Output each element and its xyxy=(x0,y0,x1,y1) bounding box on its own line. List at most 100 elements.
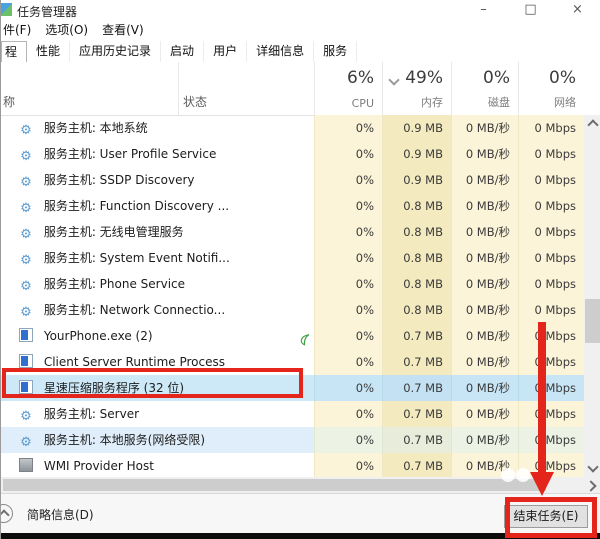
cpu-value: 0% xyxy=(314,219,382,245)
cpu-value: 0% xyxy=(314,167,382,193)
end-task-button[interactable]: 结束任务(E) xyxy=(504,505,588,528)
cpu-value: 0% xyxy=(314,193,382,219)
memory-value: 0.9 MB xyxy=(382,167,451,193)
table-row[interactable]: 服务主机: Network Connectio... 0% 0.8 MB 0 M… xyxy=(1,297,584,323)
process-name: WMI Provider Host xyxy=(43,459,154,473)
cpu-value: 0% xyxy=(314,375,382,401)
status-bar: 简略信息(D) 结束任务(E) xyxy=(1,493,600,534)
process-name-cell: 服务主机: 本地服务(网络受限) xyxy=(1,427,314,453)
menu-view[interactable]: 查看(V) xyxy=(102,22,144,39)
table-row[interactable]: 服务主机: 本地系统 0% 0.9 MB 0 MB/秒 0 Mbps xyxy=(1,115,584,141)
disk-value: 0 MB/秒 xyxy=(451,219,518,245)
process-icon xyxy=(19,305,33,319)
vertical-scrollbar-thumb[interactable] xyxy=(585,299,600,343)
disk-value: 0 MB/秒 xyxy=(451,271,518,297)
disk-value: 0 MB/秒 xyxy=(451,167,518,193)
task-manager-window: 任务管理器 – □ × 件(F) 选项(O) 查看(V) 程 性能 应用历史记录… xyxy=(0,0,600,539)
process-icon xyxy=(19,227,33,241)
process-name-cell: 服务主机: Function Discovery ... xyxy=(1,193,314,219)
table-row[interactable]: 星速压缩服务程序 (32 位) 0% 0.7 MB 0 MB/秒 0 Mbps xyxy=(1,375,584,401)
process-icon xyxy=(19,279,33,293)
process-name-cell: YourPhone.exe (2) xyxy=(1,323,314,349)
table-row[interactable]: 服务主机: User Profile Service 0% 0.9 MB 0 M… xyxy=(1,141,584,167)
fewer-details-toggle[interactable]: 简略信息(D) xyxy=(27,506,94,523)
process-icon xyxy=(19,201,33,215)
process-list: 服务主机: 本地系统 0% 0.9 MB 0 MB/秒 0 Mbps 服务主机:… xyxy=(1,115,584,479)
tab-performance[interactable]: 性能 xyxy=(27,41,71,62)
process-name-cell: 服务主机: User Profile Service xyxy=(1,141,314,167)
horizontal-scrollbar-thumb[interactable] xyxy=(3,479,546,491)
menu-file[interactable]: 件(F) xyxy=(3,22,31,39)
tab-processes[interactable]: 程 xyxy=(1,41,28,63)
column-header-disk[interactable]: 0% 磁盘 xyxy=(451,62,518,115)
vertical-scrollbar[interactable] xyxy=(584,115,600,477)
table-row[interactable]: 服务主机: 本地服务(网络受限) 0% 0.7 MB 0 MB/秒 0 Mbps xyxy=(1,427,584,453)
table-row[interactable]: Client Server Runtime Process 0% 0.7 MB … xyxy=(1,349,584,375)
minimize-button[interactable]: – xyxy=(460,0,507,20)
tab-users[interactable]: 用户 xyxy=(204,41,248,62)
table-row[interactable]: 服务主机: Phone Service 0% 0.8 MB 0 MB/秒 0 M… xyxy=(1,271,584,297)
process-name: 服务主机: 无线电管理服务 xyxy=(43,225,184,239)
memory-value: 0.8 MB xyxy=(382,193,451,219)
network-value: 0 Mbps xyxy=(518,323,584,349)
cpu-value: 0% xyxy=(314,349,382,375)
tab-bar: 程 性能 应用历史记录 启动 用户 详细信息 服务 xyxy=(1,41,600,63)
cpu-value: 0% xyxy=(314,401,382,427)
process-name: 服务主机: SSDP Discovery xyxy=(43,173,195,187)
cpu-label: CPU xyxy=(351,97,374,110)
process-name: Client Server Runtime Process xyxy=(43,355,226,369)
process-name: 服务主机: Network Connectio... xyxy=(43,303,226,317)
fewer-details-icon[interactable] xyxy=(1,504,13,523)
scroll-down-icon[interactable] xyxy=(587,461,599,473)
memory-label: 内存 xyxy=(421,96,443,109)
table-row[interactable]: WMI Provider Host 0% 0.7 MB 0 MB/秒 0 Mbp… xyxy=(1,453,584,479)
cpu-value: 0% xyxy=(314,323,382,349)
cpu-value: 0% xyxy=(314,427,382,453)
process-name-cell: 服务主机: System Event Notifi... xyxy=(1,245,314,271)
table-row[interactable]: 服务主机: Server 0% 0.7 MB 0 MB/秒 0 Mbps xyxy=(1,401,584,427)
network-value: 0 Mbps xyxy=(518,349,584,375)
memory-value: 0.7 MB xyxy=(382,375,451,401)
disk-value: 0 MB/秒 xyxy=(451,427,518,453)
memory-value: 0.8 MB xyxy=(382,271,451,297)
column-header-network[interactable]: 0% 网络 xyxy=(518,62,584,115)
table-row[interactable]: 服务主机: 无线电管理服务 0% 0.8 MB 0 MB/秒 0 Mbps xyxy=(1,219,584,245)
column-header-name[interactable]: 称 xyxy=(3,93,15,110)
table-row[interactable]: 服务主机: Function Discovery ... 0% 0.8 MB 0… xyxy=(1,193,584,219)
process-name: 服务主机: Function Discovery ... xyxy=(43,199,230,213)
menu-options[interactable]: 选项(O) xyxy=(45,22,88,39)
scroll-right-icon[interactable] xyxy=(585,480,597,492)
tab-app-history[interactable]: 应用历史记录 xyxy=(70,41,162,62)
maximize-button[interactable]: □ xyxy=(507,0,554,20)
cpu-value: 0% xyxy=(314,297,382,323)
close-button[interactable]: × xyxy=(554,0,600,20)
network-value: 0 Mbps xyxy=(518,401,584,427)
column-header-status[interactable]: 状态 xyxy=(183,93,207,110)
table-row[interactable]: 服务主机: SSDP Discovery 0% 0.9 MB 0 MB/秒 0 … xyxy=(1,167,584,193)
memory-value: 0.7 MB xyxy=(382,453,451,479)
network-value: 0 Mbps xyxy=(518,193,584,219)
cpu-value: 0% xyxy=(314,115,382,141)
disk-value: 0 MB/秒 xyxy=(451,297,518,323)
disk-value: 0 MB/秒 xyxy=(451,323,518,349)
network-label: 网络 xyxy=(554,96,576,109)
tab-services[interactable]: 服务 xyxy=(314,41,358,62)
network-value: 0 Mbps xyxy=(518,219,584,245)
table-row[interactable]: 服务主机: System Event Notifi... 0% 0.8 MB 0… xyxy=(1,245,584,271)
network-value: 0 Mbps xyxy=(518,141,584,167)
column-header-memory[interactable]: 49% 内存 xyxy=(382,62,451,115)
table-row[interactable]: YourPhone.exe (2) 0% 0.7 MB 0 MB/秒 0 Mbp… xyxy=(1,323,584,349)
scroll-up-icon[interactable] xyxy=(587,119,599,131)
tab-startup[interactable]: 启动 xyxy=(161,41,205,62)
process-icon xyxy=(19,409,33,423)
network-value: 0 Mbps xyxy=(518,167,584,193)
memory-value: 0.7 MB xyxy=(382,401,451,427)
network-value: 0 Mbps xyxy=(518,297,584,323)
process-name: 服务主机: 本地系统 xyxy=(43,121,148,135)
window-title: 任务管理器 xyxy=(17,5,78,19)
cpu-value: 0% xyxy=(314,141,382,167)
column-header-cpu[interactable]: 6% CPU xyxy=(314,62,382,115)
tab-details[interactable]: 详细信息 xyxy=(247,41,315,62)
watermark-circle xyxy=(501,468,515,482)
process-name: 服务主机: Phone Service xyxy=(43,277,186,291)
